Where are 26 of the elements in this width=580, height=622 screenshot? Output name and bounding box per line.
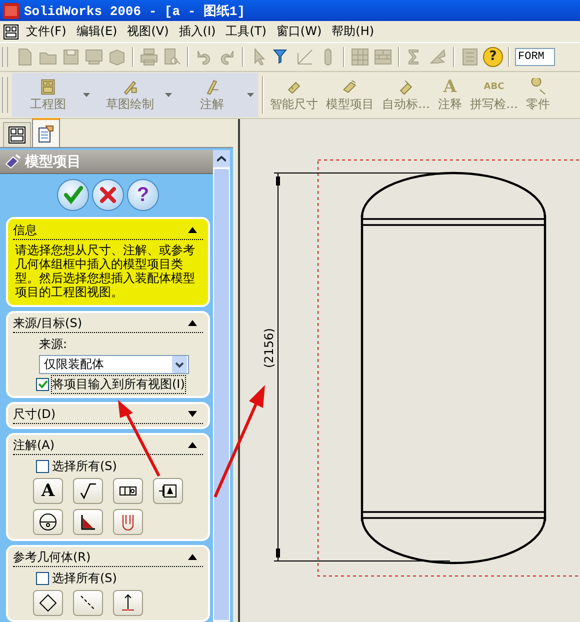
field-label: 来源: xyxy=(39,336,68,353)
section-title: 尺寸(D) xyxy=(13,406,56,422)
section-title: 注解(A) xyxy=(13,436,55,454)
panel-title: 模型项目 xyxy=(25,152,81,170)
help-icon[interactable]: ? xyxy=(483,47,503,67)
info-text: 请选择您想从尺寸、注解、或参考几何体组框中插入的模型项目类型。然后选择您想插入装配体模型项目的工程图视图。 xyxy=(14,242,196,299)
command-button[interactable]: A 注释 xyxy=(434,73,466,117)
note-button[interactable]: A xyxy=(33,478,63,504)
dimension-text[interactable]: (2156) xyxy=(262,328,276,368)
format-field[interactable]: FORM xyxy=(515,48,555,66)
menu-item[interactable]: 插入(I) xyxy=(176,23,223,40)
help-button[interactable]: ? xyxy=(127,179,159,211)
checkbox-label[interactable]: 选择所有(S) xyxy=(52,458,117,475)
checkbox-label[interactable]: 选择所有(S) xyxy=(52,570,117,587)
menu-item[interactable]: 编辑(E) xyxy=(73,23,124,40)
window-title: SolidWorks 2006 - [a - 图纸1] xyxy=(24,2,246,20)
section-title: 参考几何体(R) xyxy=(13,548,91,566)
menu-item[interactable]: 工具(T) xyxy=(222,23,274,40)
menu-item[interactable]: 文件(F) xyxy=(23,23,74,40)
checkbox-label[interactable]: 将项目输入到所有视图(I) xyxy=(52,376,185,393)
menu-item[interactable]: 帮助(H) xyxy=(328,23,382,40)
menu-item[interactable]: 窗口(W) xyxy=(273,23,329,40)
section-title: 来源/目标(S) xyxy=(13,314,82,332)
source-dropdown[interactable]: 仅限装配体 xyxy=(39,355,189,374)
section-title: 信息 xyxy=(13,222,37,238)
menu-item[interactable]: 视图(V) xyxy=(124,23,176,40)
